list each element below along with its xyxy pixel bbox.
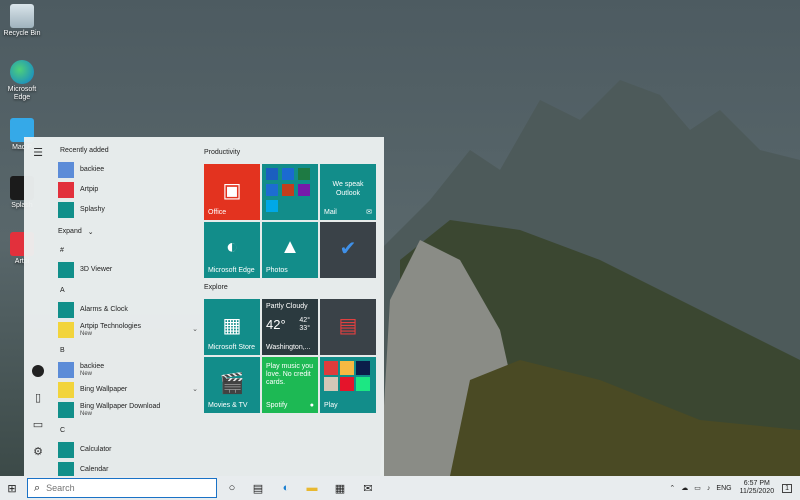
game-thumb-icon — [340, 361, 354, 375]
volume-icon[interactable]: ♪ — [707, 485, 711, 492]
artpip-icon — [58, 182, 74, 198]
tile-todo[interactable]: ✔ — [320, 222, 376, 278]
desktop-icon-edge[interactable]: Microsoft Edge — [2, 60, 42, 102]
store-bag-icon: ▦ — [222, 315, 242, 337]
photos-icon: ▲ — [280, 236, 300, 258]
office-icon: ▣ — [222, 180, 242, 202]
edge-taskbar-icon[interactable]: ◐ — [274, 476, 298, 500]
document-icon[interactable]: ▯ — [32, 392, 44, 404]
app-item-bing-wallpaper[interactable]: Bing Wallpaper ⌄ — [58, 381, 198, 399]
game-thumb-icon — [324, 377, 338, 391]
app-item-3d-viewer[interactable]: 3D Viewer — [58, 261, 198, 279]
checkmark-icon: ✔ — [339, 238, 357, 260]
news-icon: ▤ — [338, 315, 358, 337]
chevron-down-icon: ⌄ — [87, 229, 94, 236]
chevron-down-icon: ⌄ — [192, 386, 198, 393]
desktop-icon-recycle-bin[interactable]: Recycle Bin — [2, 4, 42, 38]
skype-icon — [266, 200, 278, 212]
cortana-icon[interactable]: ○ — [220, 476, 244, 500]
notification-center-icon[interactable]: 1 — [782, 483, 792, 493]
outlook-icon — [266, 168, 278, 180]
game-thumb-icon — [356, 361, 370, 375]
hamburger-icon[interactable]: ☰ — [32, 147, 44, 159]
expand-button[interactable]: Expand ⌄ — [58, 223, 198, 241]
section-header-b[interactable]: B — [60, 347, 65, 354]
tile-news[interactable]: ▤ — [320, 299, 376, 355]
system-tray: ⌃ ☁ ▭ ♪ ENG 6:57 PM 11/25/2020 1 — [669, 476, 800, 500]
section-header-a[interactable]: A — [60, 287, 65, 294]
app-item-backiee-b[interactable]: backiee New — [58, 361, 198, 379]
show-hidden-icons-chevron[interactable]: ⌃ — [669, 484, 675, 492]
tile-office[interactable]: ▣ Office — [204, 164, 260, 220]
calendar-icon — [58, 462, 74, 476]
tile-store[interactable]: ▦ Microsoft Store — [204, 299, 260, 355]
hulu-icon — [356, 377, 370, 391]
settings-gear-icon[interactable]: ⚙ — [32, 446, 44, 458]
app-item-artpip-tech[interactable]: Artpip Technologies New ⌄ — [58, 321, 198, 339]
backiee-icon — [58, 162, 74, 178]
game-thumb-icon — [324, 361, 338, 375]
group-explore[interactable]: Explore — [204, 284, 228, 291]
tile-photos[interactable]: ▲ Photos — [262, 222, 318, 278]
onenote-icon — [298, 184, 310, 196]
app-list: Recently added backiee Artpip Splashy Ex… — [58, 137, 198, 476]
app-item-splashy[interactable]: Splashy — [58, 201, 198, 219]
mail-icon: ✉ — [366, 209, 372, 216]
edge-icon: ◐ — [225, 236, 239, 258]
excel-icon — [298, 168, 310, 180]
taskbar: ⊞ ⌕ ○ ▤ ◐ ▬ ▦ ✉ ⌃ ☁ ▭ ♪ ENG 6:57 PM 11/2… — [0, 476, 800, 500]
file-explorer-icon[interactable]: ▬ — [300, 476, 324, 500]
task-view-icon[interactable]: ▤ — [246, 476, 270, 500]
cloud-icon[interactable]: ☁ — [681, 484, 688, 492]
clock[interactable]: 6:57 PM 11/25/2020 — [740, 480, 775, 496]
tile-movies[interactable]: 🎬 Movies & TV — [204, 357, 260, 413]
app-item-alarms[interactable]: Alarms & Clock — [58, 301, 198, 319]
calculator-icon — [58, 442, 74, 458]
start-rail: ☰ ▯ ▭ ⚙ — [24, 137, 52, 476]
start-menu: ☰ ▯ ▭ ⚙ Recently added backiee Artpip Sp… — [24, 137, 384, 476]
tile-mail[interactable]: We speak Outlook Mail ✉ — [320, 164, 376, 220]
group-productivity[interactable]: Productivity — [204, 149, 240, 156]
chevron-down-icon: ⌄ — [192, 326, 198, 333]
tile-office-apps[interactable] — [262, 164, 318, 220]
spotify-icon: ● — [309, 402, 314, 409]
tile-edge[interactable]: ◐ Microsoft Edge — [204, 222, 260, 278]
recycle-bin-icon — [10, 4, 34, 28]
tile-spotify[interactable]: Play music you love. No credit cards. Sp… — [262, 357, 318, 413]
edge-icon — [10, 60, 34, 84]
app-item-calculator[interactable]: Calculator — [58, 441, 198, 459]
onedrive-icon — [266, 184, 278, 196]
tile-play[interactable]: Play — [320, 357, 376, 413]
film-icon: 🎬 — [219, 373, 245, 395]
folder-icon — [58, 322, 74, 338]
windows-start-button[interactable]: ⊞ — [0, 476, 24, 500]
mail-taskbar-icon[interactable]: ✉ — [356, 476, 380, 500]
store-taskbar-icon[interactable]: ▦ — [328, 476, 352, 500]
splashy-icon — [58, 202, 74, 218]
app-item-bing-download[interactable]: Bing Wallpaper Download New — [58, 401, 198, 419]
app-item-backiee[interactable]: backiee — [58, 161, 198, 179]
tile-weather[interactable]: Partly Cloudy 42° 42° 33° Washington,... — [262, 299, 318, 355]
clock-icon — [58, 302, 74, 318]
app-item-artpip[interactable]: Artpip — [58, 181, 198, 199]
folder-icon — [58, 382, 74, 398]
section-header-hash[interactable]: # — [60, 247, 64, 254]
backiee-icon — [58, 362, 74, 378]
search-input[interactable] — [46, 483, 207, 493]
user-avatar-icon[interactable] — [32, 365, 44, 377]
pictures-icon[interactable]: ▭ — [32, 419, 44, 431]
recently-added-title: Recently added — [60, 147, 109, 154]
game-thumb-icon — [340, 377, 354, 391]
app-item-calendar[interactable]: Calendar — [58, 461, 198, 476]
search-icon: ⌕ — [34, 481, 41, 494]
word-icon — [282, 168, 294, 180]
language-indicator[interactable]: ENG — [716, 485, 731, 492]
network-icon[interactable]: ▭ — [694, 484, 701, 492]
powerpoint-icon — [282, 184, 294, 196]
section-header-c[interactable]: C — [60, 427, 65, 434]
download-icon — [58, 402, 74, 418]
search-box[interactable]: ⌕ — [27, 478, 217, 498]
cube-icon — [58, 262, 74, 278]
